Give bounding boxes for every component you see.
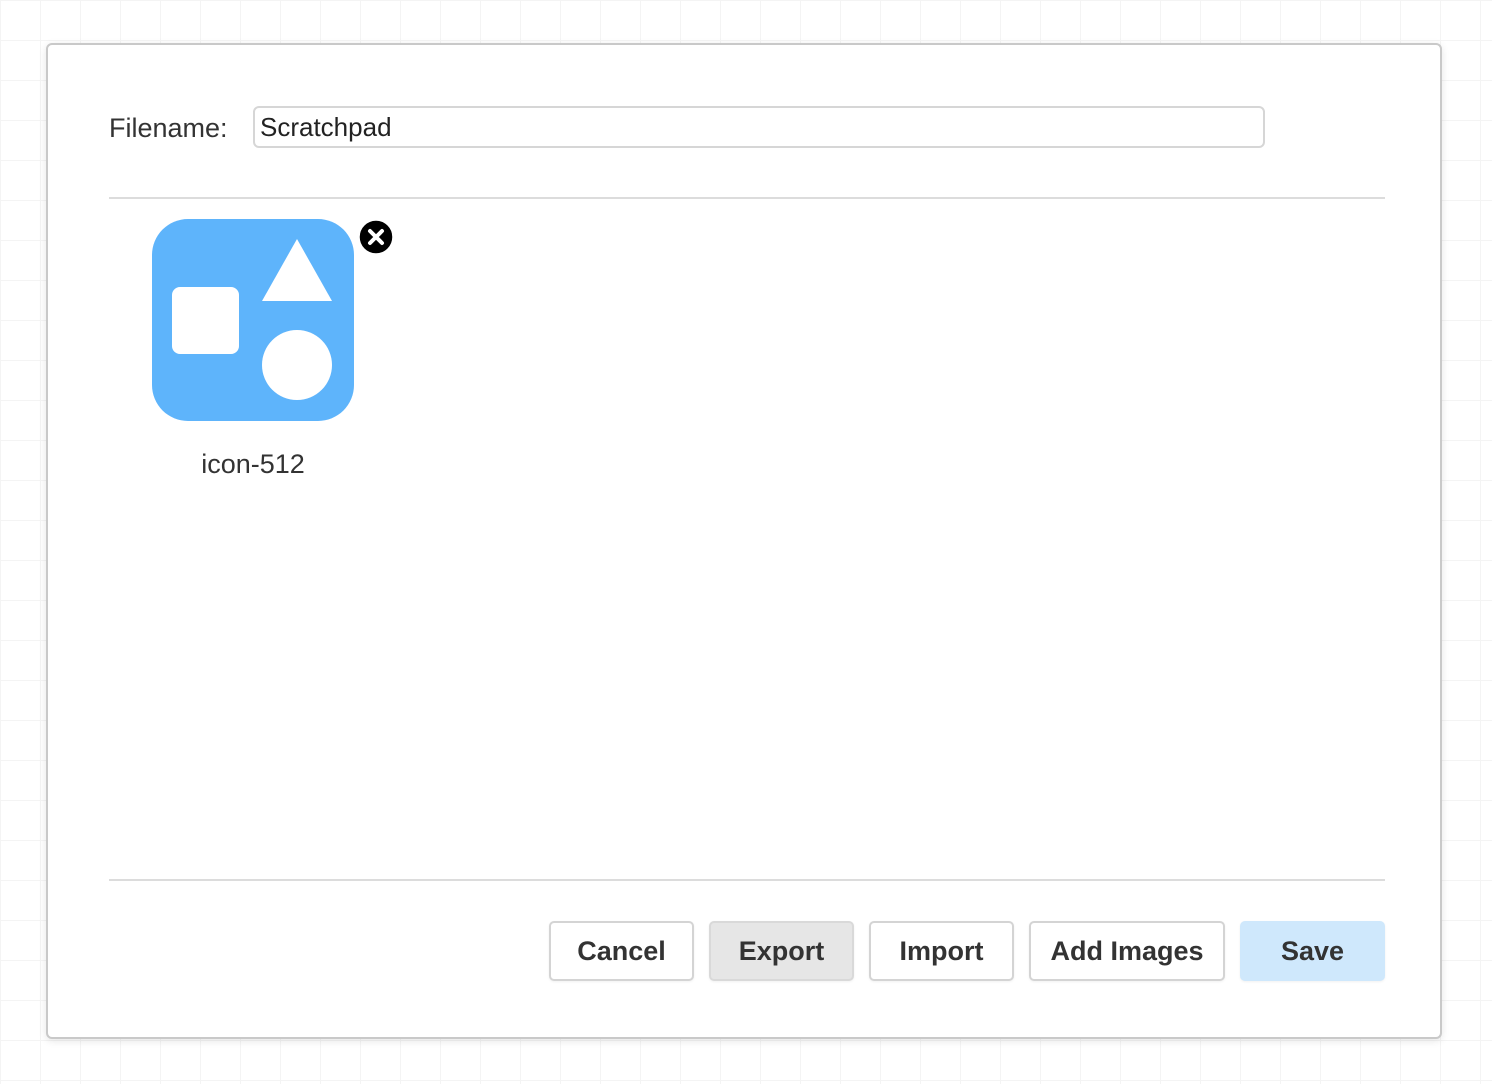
divider-bottom <box>109 879 1385 881</box>
save-button[interactable]: Save <box>1240 921 1385 981</box>
filename-input[interactable] <box>253 106 1265 148</box>
image-tile[interactable]: icon-512 <box>152 219 396 489</box>
divider-top <box>109 197 1385 199</box>
export-button[interactable]: Export <box>709 921 854 981</box>
add-images-button[interactable]: Add Images <box>1029 921 1225 981</box>
scratchpad-dialog: Filename: icon-512 Cancel Export Import … <box>46 43 1442 1039</box>
shapes-icon[interactable] <box>152 219 354 421</box>
image-caption: icon-512 <box>201 449 305 479</box>
cancel-button[interactable]: Cancel <box>549 921 694 981</box>
import-button[interactable]: Import <box>869 921 1014 981</box>
close-circle-icon[interactable] <box>358 219 394 255</box>
filename-label: Filename: <box>109 113 228 143</box>
